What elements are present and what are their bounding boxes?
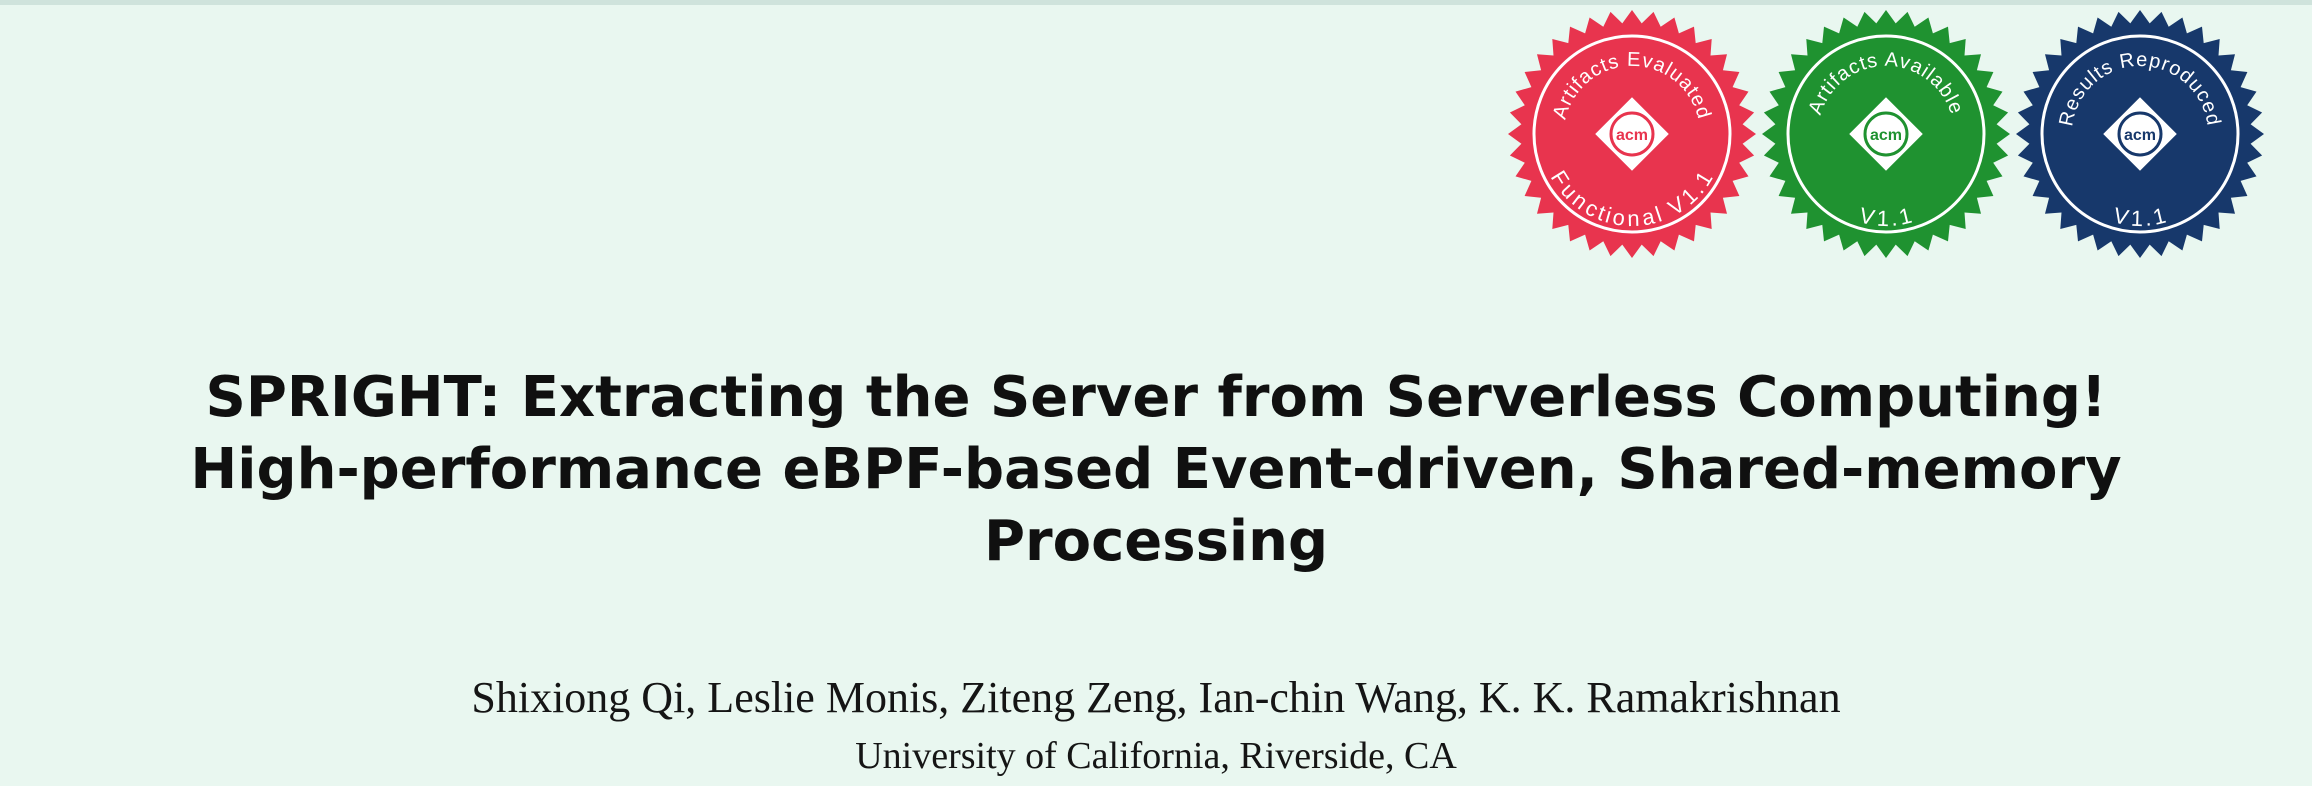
title-line-3: Processing xyxy=(983,509,1329,574)
badge-bottom-text: V1.1 xyxy=(2111,202,2168,231)
top-border xyxy=(0,0,2312,5)
badge-seal-icon: Results Reproduced V1.1 acm xyxy=(2016,10,2264,258)
acm-badges: Artifacts Evaluated Functional V1.1 acm … xyxy=(1506,8,2266,260)
acm-logo-text: acm xyxy=(2124,127,2156,144)
acm-logo-text: acm xyxy=(1616,127,1648,144)
affiliation: University of California, Riverside, CA xyxy=(855,735,1457,777)
title-line-1: SPRIGHT: Extracting the Server from Serv… xyxy=(205,365,2107,430)
artifacts-available-badge: Artifacts Available V1.1 acm xyxy=(1760,8,2012,260)
badge-seal-icon: Artifacts Evaluated Functional V1.1 acm xyxy=(1508,10,1756,258)
badge-seal-icon: Artifacts Available V1.1 acm xyxy=(1762,10,2010,258)
badge-bottom-text: V1.1 xyxy=(1857,202,1914,231)
author-list: Shixiong Qi, Leslie Monis, Ziteng Zeng, … xyxy=(471,673,1841,722)
artifacts-evaluated-badge: Artifacts Evaluated Functional V1.1 acm xyxy=(1506,8,1758,260)
svg-text:V1.1: V1.1 xyxy=(1857,202,1915,231)
svg-text:V1.1: V1.1 xyxy=(2111,202,2169,231)
title-line-2: High-performance eBPF-based Event-driven… xyxy=(190,437,2122,502)
acm-logo-text: acm xyxy=(1870,127,1902,144)
results-reproduced-badge: Results Reproduced V1.1 acm xyxy=(2014,8,2266,260)
paper-title: SPRIGHT: Extracting the Server from Serv… xyxy=(0,362,2312,578)
